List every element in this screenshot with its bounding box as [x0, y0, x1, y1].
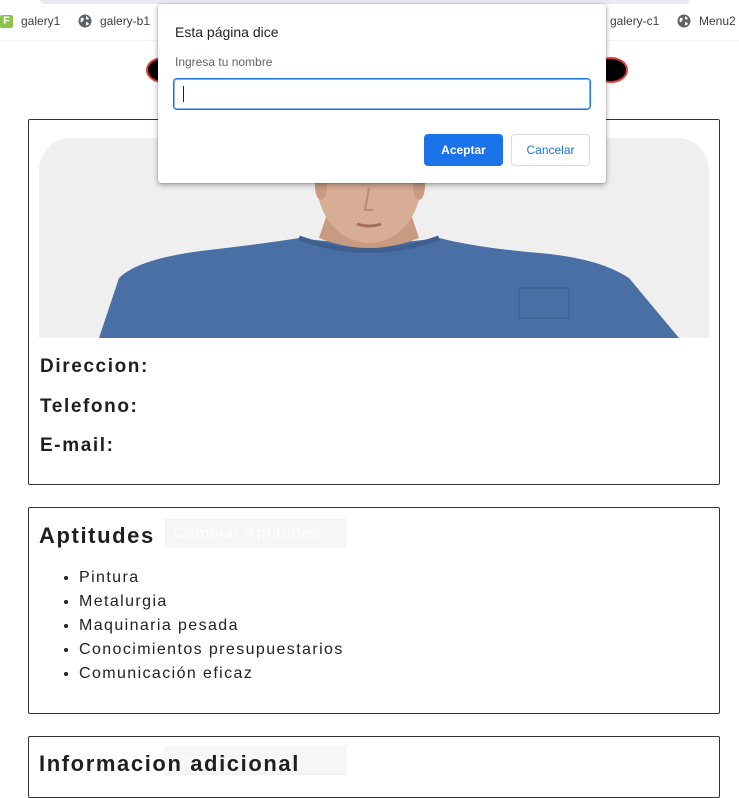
list-item: Pintura: [79, 566, 344, 590]
bookmark-galery1[interactable]: F galery1: [0, 12, 60, 30]
prompt-dialog: Esta página dice Ingresa tu nombre Acept…: [158, 4, 606, 183]
name-input[interactable]: [173, 78, 591, 110]
change-aptitudes-button[interactable]: Cambiar Aptitudes: [165, 519, 346, 547]
aptitudes-card: Aptitudes Cambiar Aptitudes Pintura Meta…: [28, 507, 720, 714]
globe-icon: [78, 14, 92, 28]
bookmark-menu2[interactable]: Menu2: [677, 12, 736, 30]
dialog-title: Esta página dice: [175, 24, 279, 40]
list-item: Metalurgia: [79, 590, 344, 614]
bookmark-label: galery-c1: [610, 14, 660, 28]
list-item: Comunicación eficaz: [79, 662, 344, 686]
dialog-message: Ingresa tu nombre: [175, 55, 273, 69]
telefono-label: Telefono:: [40, 396, 139, 417]
info-card: Cambiar Datos Informacion adicional: [28, 736, 720, 798]
aptitudes-title: Aptitudes: [39, 523, 155, 548]
bookmark-label: galery-b1: [100, 14, 151, 28]
cancel-button[interactable]: Cancelar: [511, 134, 590, 166]
f-favicon-icon: F: [0, 14, 13, 28]
email-label: E-mail:: [40, 435, 115, 456]
list-item: Maquinaria pesada: [79, 614, 344, 638]
list-item: Conocimientos presupuestarios: [79, 638, 344, 662]
bookmark-galery-b1[interactable]: galery-b1: [78, 12, 150, 30]
accept-button[interactable]: Aceptar: [424, 134, 503, 166]
bookmark-galery-c1[interactable]: galery-c1: [610, 12, 659, 30]
text-caret: [183, 86, 184, 102]
bookmark-label: Menu2: [699, 14, 736, 28]
bookmark-label: galery1: [21, 14, 61, 28]
aptitudes-list: Pintura Metalurgia Maquinaria pesada Con…: [29, 566, 344, 686]
direccion-label: Direccion:: [40, 356, 149, 377]
globe-icon: [677, 14, 691, 28]
info-title: Informacion adicional: [39, 751, 300, 776]
